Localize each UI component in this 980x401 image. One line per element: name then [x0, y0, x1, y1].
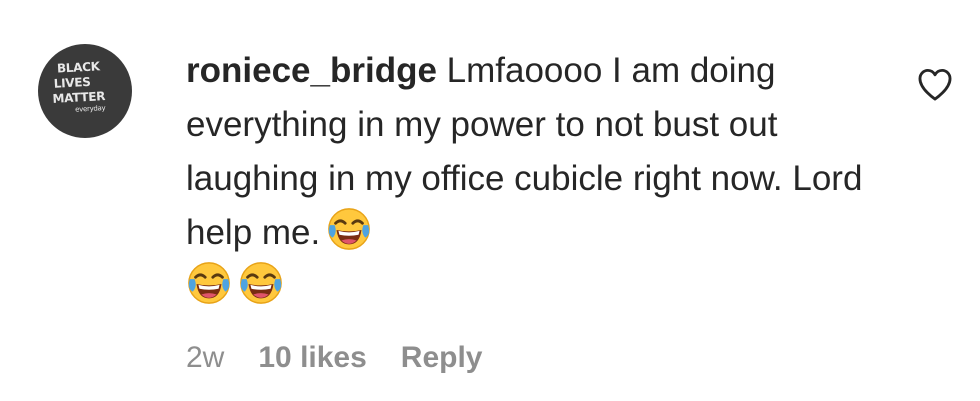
avatar-logo: BLACK LIVES MATTER everyday: [52, 59, 106, 114]
laughing-emoji-icon: [186, 260, 232, 306]
reply-button[interactable]: Reply: [401, 338, 483, 378]
comment: BLACK LIVES MATTER everyday roniece_brid…: [0, 0, 980, 401]
username-link[interactable]: roniece_bridge: [186, 51, 437, 90]
likes-count-button[interactable]: 10 likes: [258, 338, 366, 378]
heart-icon[interactable]: [916, 66, 954, 102]
comment-meta: 2w 10 likes Reply: [186, 338, 517, 378]
avatar[interactable]: BLACK LIVES MATTER everyday: [38, 44, 132, 138]
comment-body: roniece_bridge Lmfaoooo I am doing every…: [186, 44, 876, 314]
laughing-emoji-icon: [326, 206, 372, 252]
timestamp-link[interactable]: 2w: [186, 338, 224, 378]
laughing-emoji-icon: [238, 260, 284, 306]
